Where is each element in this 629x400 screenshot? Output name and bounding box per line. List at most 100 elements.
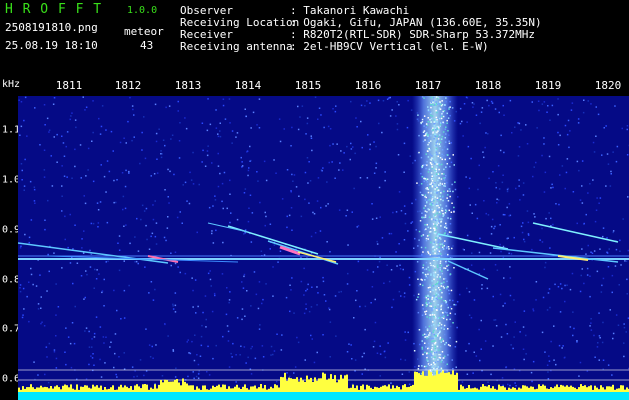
- baseline-bar: [520, 388, 522, 392]
- band-speck: [437, 209, 439, 211]
- noise-speck: [177, 100, 179, 103]
- band-speck: [453, 267, 455, 269]
- baseline-bar: [356, 385, 358, 392]
- noise-speck: [500, 134, 502, 137]
- baseline-bar: [436, 370, 438, 392]
- noise-speck: [186, 341, 188, 343]
- noise-speck: [285, 296, 288, 299]
- noise-speck: [252, 111, 255, 114]
- noise-speck: [567, 119, 570, 122]
- band-speck: [434, 341, 437, 344]
- noise-speck: [400, 295, 402, 297]
- band-speck: [443, 324, 446, 327]
- noise-speck: [590, 103, 592, 105]
- noise-speck: [506, 206, 508, 209]
- noise-speck: [84, 330, 86, 332]
- baseline-bar: [498, 384, 500, 392]
- band-speck: [428, 137, 430, 140]
- noise-speck: [471, 212, 473, 214]
- band-speck: [446, 154, 449, 156]
- band-speck: [452, 154, 454, 156]
- noise-speck: [196, 231, 198, 234]
- noise-speck: [259, 201, 261, 204]
- band-speck: [434, 283, 437, 286]
- noise-speck: [310, 235, 313, 238]
- noise-speck: [165, 239, 167, 242]
- noise-speck: [398, 104, 400, 106]
- band-speck: [421, 176, 424, 178]
- baseline-bar: [298, 381, 300, 392]
- noise-speck: [61, 165, 63, 167]
- band-speck: [420, 156, 423, 159]
- baseline-bar: [530, 386, 532, 392]
- noise-speck: [334, 110, 337, 113]
- band-speck: [429, 291, 432, 293]
- band-speck: [441, 243, 443, 245]
- band-speck: [433, 227, 435, 230]
- noise-speck: [207, 145, 209, 147]
- noise-speck: [614, 265, 617, 267]
- noise-speck: [61, 210, 63, 212]
- noise-speck: [583, 282, 585, 285]
- noise-speck: [361, 373, 363, 375]
- noise-speck: [172, 303, 174, 306]
- noise-speck: [55, 367, 58, 369]
- baseline-bar: [592, 389, 594, 392]
- noise-speck: [461, 120, 463, 123]
- band-speck: [423, 115, 426, 117]
- meteor-count: 43: [140, 39, 154, 52]
- baseline-bar: [398, 387, 400, 392]
- noise-speck: [227, 330, 230, 333]
- band-speck: [435, 116, 438, 119]
- noise-speck: [313, 361, 316, 364]
- noise-speck: [264, 224, 266, 227]
- noise-speck: [105, 336, 107, 338]
- baseline-bar: [472, 388, 474, 392]
- band-speck: [439, 269, 441, 271]
- baseline-bar: [572, 386, 574, 392]
- baseline-bar: [204, 385, 206, 392]
- band-speck: [429, 231, 431, 233]
- baseline-bar: [326, 379, 328, 392]
- baseline-bar: [448, 372, 450, 392]
- baseline-bar: [82, 386, 84, 392]
- noise-speck: [272, 266, 274, 268]
- noise-speck: [44, 219, 46, 221]
- noise-speck: [270, 345, 273, 348]
- noise-speck: [304, 359, 306, 361]
- baseline-bar: [426, 375, 428, 392]
- baseline-bar: [76, 384, 78, 392]
- noise-speck: [617, 324, 620, 326]
- noise-speck: [101, 105, 104, 107]
- baseline-bar: [260, 384, 262, 392]
- noise-speck: [466, 121, 468, 123]
- baseline-bar: [176, 379, 178, 392]
- noise-speck: [384, 171, 386, 173]
- noise-speck: [338, 291, 340, 293]
- noise-speck: [491, 218, 494, 221]
- baseline-bar: [540, 386, 542, 392]
- noise-speck: [39, 144, 41, 146]
- noise-speck: [136, 375, 138, 378]
- band-speck: [432, 289, 434, 292]
- band-speck: [431, 208, 433, 211]
- noise-speck: [85, 327, 88, 329]
- band-speck: [446, 314, 449, 316]
- noise-speck: [542, 296, 545, 299]
- band-speck: [441, 248, 444, 250]
- noise-speck: [152, 299, 155, 301]
- noise-speck: [518, 122, 521, 125]
- info-label-antenna: Receiving antenna: [180, 40, 293, 53]
- band-speck: [430, 182, 433, 184]
- noise-speck: [350, 344, 352, 346]
- noise-speck: [121, 172, 124, 174]
- noise-speck: [383, 350, 386, 353]
- noise-speck: [196, 354, 198, 356]
- noise-speck: [136, 217, 138, 220]
- noise-speck: [145, 328, 147, 330]
- baseline-bar: [532, 386, 534, 392]
- band-speck: [439, 184, 441, 186]
- noise-speck: [153, 173, 156, 175]
- noise-speck: [611, 374, 613, 376]
- noise-speck: [55, 283, 57, 285]
